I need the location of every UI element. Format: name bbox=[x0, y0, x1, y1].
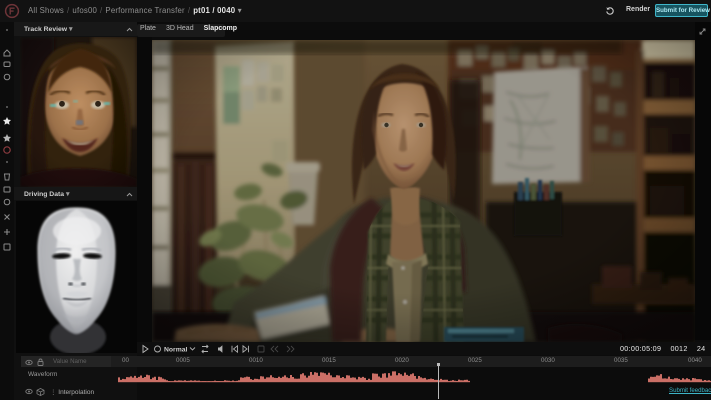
svg-text:Normal: Normal bbox=[164, 347, 188, 354]
